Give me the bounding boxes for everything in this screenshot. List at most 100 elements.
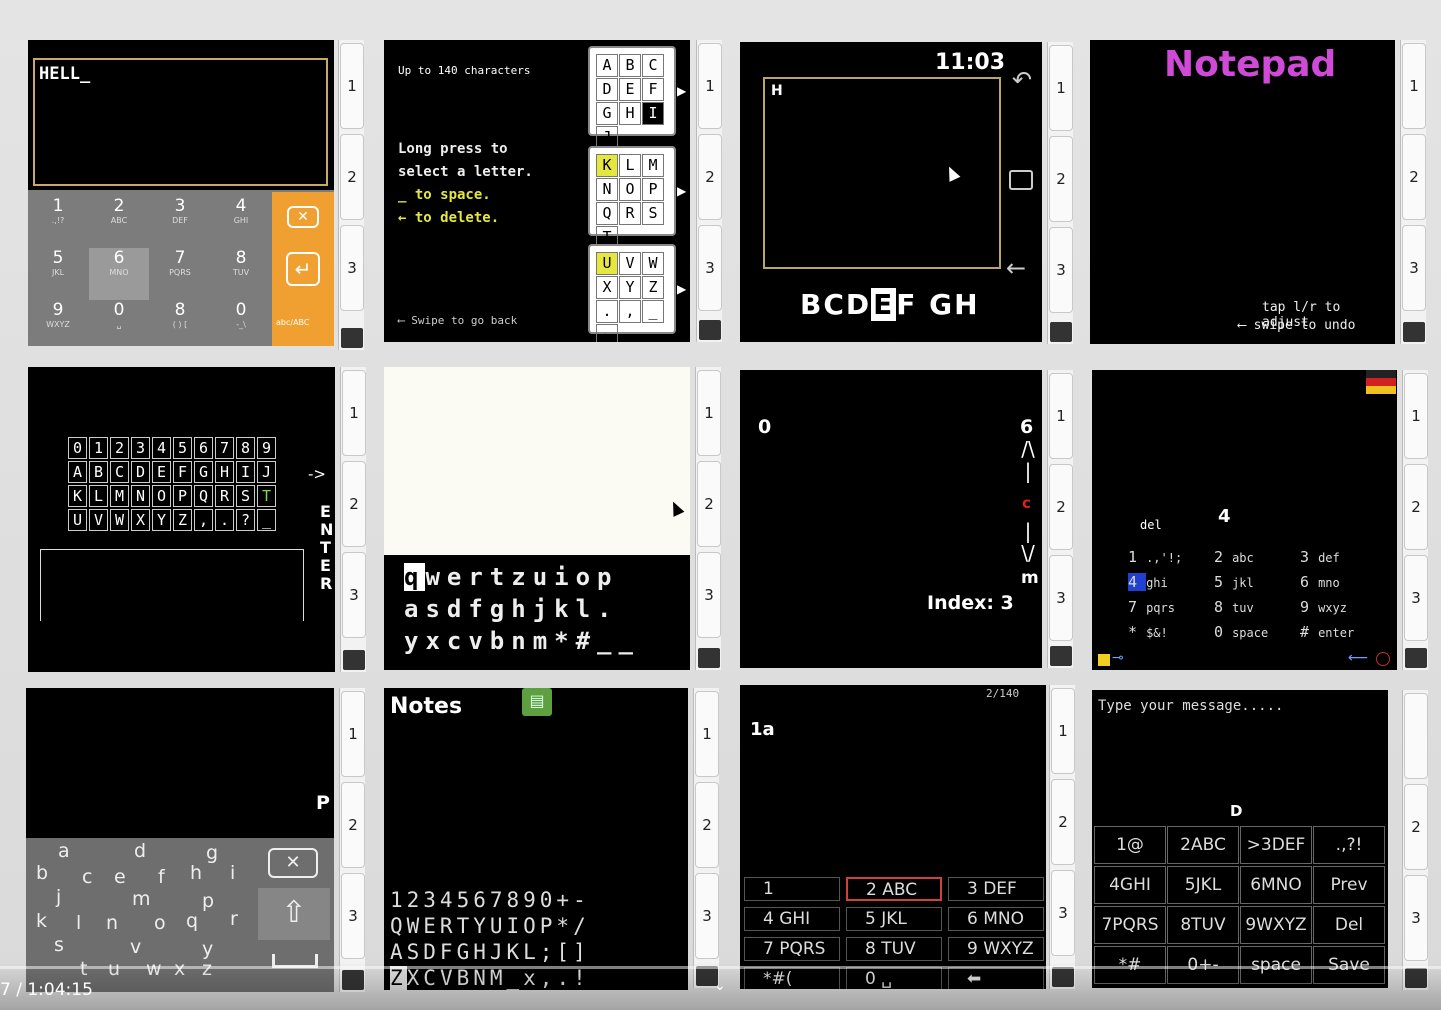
case-toggle[interactable]: abc/ABC xyxy=(276,318,309,327)
strip-button-2[interactable]: 2 xyxy=(340,134,364,220)
t9-key[interactable]: 7 PQRS xyxy=(150,248,210,300)
strip-button-1[interactable]: 1 xyxy=(697,370,721,456)
letter-cell[interactable]: 8 xyxy=(236,437,255,459)
letter-cell[interactable]: P xyxy=(642,178,664,201)
letter-cell[interactable]: K xyxy=(596,154,618,177)
undo-icon[interactable]: ↶ xyxy=(1012,66,1032,94)
phone-key[interactable]: 5 JKL xyxy=(846,907,942,931)
message-key[interactable]: 7PQRS xyxy=(1094,906,1166,944)
letter-cell[interactable]: F xyxy=(642,78,664,101)
letter-cell[interactable]: 4 xyxy=(152,437,171,459)
letter-cell[interactable]: W xyxy=(110,509,129,531)
letter-cell[interactable]: J xyxy=(257,461,276,483)
t9-key[interactable]: 3 DEF xyxy=(150,196,210,248)
strip-button-1[interactable]: 1 xyxy=(1402,43,1426,129)
text-area[interactable] xyxy=(40,549,304,621)
multitap-item[interactable]: # enter xyxy=(1300,623,1354,641)
message-key[interactable]: .,?! xyxy=(1313,826,1385,864)
letter-cell[interactable]: M xyxy=(110,485,129,507)
letter-group-box[interactable]: U V W X Y Z., _ ← xyxy=(588,244,676,342)
letter-cell[interactable]: , xyxy=(619,300,641,323)
backspace-icon[interactable]: ✕ xyxy=(268,848,318,878)
phone-key[interactable]: 2 ABC xyxy=(846,877,942,901)
back-arrow-icon[interactable]: ← xyxy=(1006,254,1026,282)
letter-key[interactable]: b xyxy=(36,862,48,884)
letter-cell[interactable]: O xyxy=(152,485,171,507)
letter-cell[interactable]: C xyxy=(642,54,664,77)
message-key[interactable]: Del xyxy=(1313,906,1385,944)
back-key-icon[interactable]: ⟵ xyxy=(1348,650,1368,666)
letter-cell[interactable]: . xyxy=(215,509,234,531)
t9-key[interactable]: 0 -_\ xyxy=(211,300,271,346)
letter-cell[interactable]: C xyxy=(110,461,129,483)
strip-button-1[interactable]: 1 xyxy=(1404,373,1428,459)
letter-cell[interactable]: ? xyxy=(236,509,255,531)
text-area[interactable] xyxy=(384,367,690,555)
multitap-item[interactable]: 5 jkl xyxy=(1214,573,1254,591)
letter-key[interactable]: m xyxy=(132,888,151,910)
letter-cell[interactable]: B xyxy=(89,461,108,483)
keyboard-row[interactable]: QWERTYUIOP*/ xyxy=(390,914,590,938)
letter-cell[interactable]: . xyxy=(596,300,618,323)
phone-key[interactable]: 6 MNO xyxy=(948,907,1044,931)
letter-cell[interactable]: T xyxy=(257,485,276,507)
german-flag-icon[interactable] xyxy=(1366,370,1396,394)
t9-key[interactable]: 4 GHI xyxy=(211,196,271,248)
letter-cell[interactable]: I xyxy=(642,102,664,125)
letter-cell[interactable]: Q xyxy=(596,202,618,225)
multitap-item[interactable]: 3 def xyxy=(1300,548,1340,566)
strip-button-1[interactable]: 1 xyxy=(1049,373,1073,459)
strip-button-1[interactable]: 1 xyxy=(342,370,366,456)
text-area[interactable]: H xyxy=(763,77,1001,269)
letter-group-box[interactable]: KLMNOPQRST xyxy=(588,146,676,249)
strip-button-3[interactable]: 3 xyxy=(1049,555,1073,641)
letter-cell[interactable]: W xyxy=(642,252,664,275)
letter-key[interactable]: d xyxy=(134,840,146,862)
strip-button-2[interactable]: 2 xyxy=(1049,464,1073,550)
strip-button-2[interactable]: 2 xyxy=(1402,134,1426,220)
letter-key[interactable]: n xyxy=(106,912,118,934)
letter-cell[interactable]: M xyxy=(642,154,664,177)
letter-grid[interactable]: 0 1 2 3 4 5 6 7 8 9 A B C D E F G H I J K L M N O P Q R S T U V W X Y Z,.? _ xyxy=(68,437,276,531)
strip-button-3[interactable]: 3 xyxy=(698,225,722,311)
video-progress-bar[interactable] xyxy=(0,966,1441,969)
text-area[interactable]: HELL_ xyxy=(33,58,328,186)
letter-key[interactable]: v xyxy=(130,936,141,958)
letter-cell[interactable]: A xyxy=(68,461,87,483)
strip-button-3[interactable]: 3 xyxy=(341,873,365,959)
letter-cell[interactable]: P xyxy=(173,485,192,507)
letter-key[interactable]: l xyxy=(76,912,81,934)
letter-key[interactable]: h xyxy=(190,862,202,884)
strip-button-2[interactable]: 2 xyxy=(1404,464,1428,550)
letter-cell[interactable]: 2 xyxy=(110,437,129,459)
strip-button-2[interactable]: 2 xyxy=(695,782,719,868)
letter-cell[interactable]: 1 xyxy=(89,437,108,459)
t9-key[interactable]: 9 WXYZ xyxy=(28,300,88,346)
letter-cell[interactable]: N xyxy=(131,485,150,507)
strip-button-1[interactable] xyxy=(1404,693,1428,779)
strip-button-3[interactable]: 3 xyxy=(1404,555,1428,641)
letter-strip[interactable]: BCDEF GH xyxy=(800,288,980,321)
message-placeholder[interactable]: Type your message..... xyxy=(1098,698,1283,714)
strip-button-3[interactable]: 3 xyxy=(697,552,721,638)
letter-cell[interactable]: Z xyxy=(642,276,664,299)
letter-cell[interactable]: G xyxy=(194,461,213,483)
letter-key[interactable]: a xyxy=(58,840,70,862)
letter-cell[interactable]: _ xyxy=(642,300,664,323)
letter-cell[interactable]: Y xyxy=(152,509,171,531)
t9-key[interactable]: 2 ABC xyxy=(89,196,149,248)
phone-key[interactable]: 9 WXYZ xyxy=(948,937,1044,961)
letter-cell[interactable]: U xyxy=(596,252,618,275)
phone-key[interactable]: 7 PQRS xyxy=(744,937,840,961)
letter-cell[interactable]: X xyxy=(596,276,618,299)
enter-label[interactable]: ENTER xyxy=(320,503,333,593)
strip-button-2[interactable]: 2 xyxy=(1049,136,1073,222)
letter-cell[interactable]: L xyxy=(89,485,108,507)
letter-group-box[interactable]: ABCDEFGHIJ xyxy=(588,46,676,149)
strip-button-2[interactable]: 2 xyxy=(1051,779,1075,865)
letter-cell[interactable]: H xyxy=(619,102,641,125)
letter-cell[interactable]: O xyxy=(619,178,641,201)
letter-cell[interactable]: S xyxy=(642,202,664,225)
letter-cell[interactable]: L xyxy=(619,154,641,177)
letter-cell[interactable]: 5 xyxy=(173,437,192,459)
